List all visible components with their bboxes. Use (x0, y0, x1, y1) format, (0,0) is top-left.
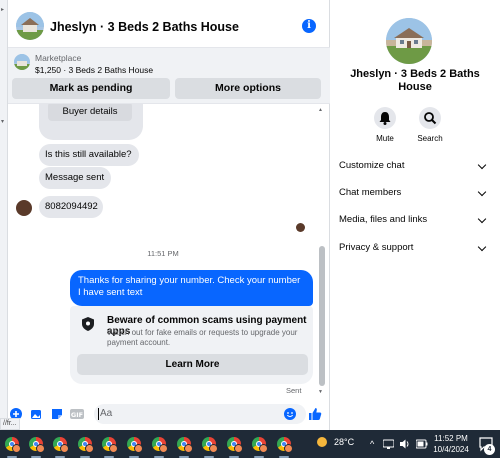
profile-avatar[interactable] (386, 18, 432, 64)
thumbs-up-icon[interactable] (308, 407, 322, 421)
taskbar-browser-app-icon[interactable] (150, 435, 168, 453)
taskbar-browser-app-icon[interactable] (51, 435, 69, 453)
marketplace-label: Marketplace (35, 53, 82, 63)
show-hidden-icons-icon[interactable]: ^ (370, 439, 374, 449)
chat-title: Jheslyn · 3 Beds 2 Baths House (50, 20, 239, 34)
info-icon[interactable]: i (302, 19, 316, 33)
taskbar-browser-app-icon[interactable] (225, 435, 243, 453)
media-files-links-row[interactable]: Media, files and links (339, 210, 489, 230)
incoming-message[interactable]: Message sent (39, 167, 111, 189)
message-input[interactable]: Aa (94, 404, 306, 424)
windows-taskbar: 28°C ^ 11:52 PM 10/4/2024 4 (0, 430, 500, 458)
search-label: Search (417, 134, 443, 143)
more-options-button[interactable]: More options (175, 78, 321, 99)
profile-name: Jheslyn · 3 Beds 2 Baths House (350, 68, 480, 93)
chevron-down-icon (477, 242, 487, 252)
chat-members-row[interactable]: Chat members (339, 183, 489, 203)
scam-warning-description: Watch out for fake emails or requests to… (107, 328, 298, 347)
house-thumb-icon (14, 54, 30, 70)
sticker-icon[interactable] (51, 408, 63, 420)
taskbar-browser-app-icon[interactable] (250, 435, 268, 453)
taskbar-browser-app-icon[interactable] (125, 435, 143, 453)
notification-count: 4 (484, 444, 495, 455)
network-icon[interactable] (383, 439, 394, 449)
clock-time[interactable]: 11:52 PM (432, 434, 470, 443)
buyer-details-card: Buyer details (39, 104, 143, 140)
emoji-icon[interactable] (284, 408, 296, 420)
customize-chat-row[interactable]: Customize chat (339, 156, 489, 176)
photo-icon[interactable] (30, 408, 42, 420)
shield-icon (82, 317, 94, 331)
bell-icon (374, 107, 396, 129)
chevron-down-icon (477, 187, 487, 197)
status-url-tooltip: //fr... (0, 418, 20, 430)
learn-more-button[interactable]: Learn More (77, 354, 308, 375)
search-action[interactable]: Search (410, 107, 450, 143)
chevron-down-icon (477, 160, 487, 170)
collapse-arrow-icon[interactable]: ▸ (1, 6, 6, 13)
clock-date[interactable]: 10/4/2024 (432, 445, 470, 454)
house-photo-icon (16, 12, 44, 40)
mute-action[interactable]: Mute (365, 107, 405, 143)
chat-header: Jheslyn · 3 Beds 2 Baths House i (8, 0, 330, 48)
privacy-support-row[interactable]: Privacy & support (339, 238, 489, 258)
sender-avatar[interactable] (16, 200, 32, 216)
taskbar-browser-app-icon[interactable] (3, 435, 21, 453)
mute-label: Mute (376, 134, 394, 143)
outgoing-message[interactable]: Thanks for sharing your number. Check yo… (70, 270, 313, 306)
taskbar-browser-app-icon[interactable] (27, 435, 45, 453)
messenger-window: ▸ ▾ Jheslyn · 3 Beds 2 Baths House i Mar… (0, 0, 500, 458)
mark-as-pending-button[interactable]: Mark as pending (12, 78, 170, 99)
taskbar-browser-app-icon[interactable] (175, 435, 193, 453)
sent-status: Sent (286, 386, 302, 395)
battery-icon[interactable] (416, 439, 428, 449)
house-photo-icon (386, 18, 432, 64)
scrollbar-thumb[interactable] (319, 246, 325, 386)
chevron-down-icon (477, 214, 487, 224)
taskbar-browser-app-icon[interactable] (100, 435, 118, 453)
taskbar-browser-app-icon[interactable] (76, 435, 94, 453)
svg-text:GIF: GIF (71, 411, 83, 419)
message-placeholder: Aa (100, 408, 113, 419)
row-label: Media, files and links (339, 214, 428, 225)
search-icon (419, 107, 441, 129)
row-label: Customize chat (339, 160, 405, 171)
scroll-up-icon[interactable]: ▲ (318, 107, 323, 113)
chat-details-panel: Jheslyn · 3 Beds 2 Baths House Mute Sear… (330, 0, 500, 430)
weather-temperature[interactable]: 28°C (334, 437, 354, 447)
taskbar-browser-app-icon[interactable] (200, 435, 218, 453)
taskbar-browser-app-icon[interactable] (275, 435, 293, 453)
thread-scrollbar[interactable]: ▲ ▼ (318, 104, 326, 400)
message-thread[interactable]: Buyer details Is this still available? M… (8, 104, 330, 400)
weather-sun-icon[interactable] (317, 437, 327, 447)
left-edge-strip: ▸ ▾ (0, 0, 8, 430)
row-label: Privacy & support (339, 242, 414, 253)
scam-warning-card: Beware of common scams using payment app… (70, 306, 313, 384)
listing-avatar[interactable] (16, 12, 44, 40)
scroll-down-icon[interactable]: ▼ (318, 389, 323, 395)
message-timestamp: 11:51 PM (147, 249, 179, 258)
volume-icon[interactable] (399, 438, 411, 450)
chat-panel: Jheslyn · 3 Beds 2 Baths House i Marketp… (8, 0, 330, 430)
listing-price-title[interactable]: $1,250 · 3 Beds 2 Baths House (35, 65, 153, 75)
message-composer: GIF Aa (8, 400, 330, 430)
seen-receipt-avatar (296, 223, 305, 232)
incoming-message[interactable]: Is this still available? (39, 144, 139, 166)
gif-icon[interactable]: GIF (70, 408, 84, 420)
incoming-message[interactable]: 8082094492 (39, 196, 103, 218)
marketplace-bar: Marketplace $1,250 · 3 Beds 2 Baths Hous… (8, 48, 330, 104)
listing-thumbnail[interactable] (14, 54, 30, 70)
row-label: Chat members (339, 187, 402, 198)
expand-arrow-icon[interactable]: ▾ (1, 118, 6, 125)
buyer-details-button[interactable]: Buyer details (48, 104, 132, 121)
text-caret (98, 408, 99, 420)
